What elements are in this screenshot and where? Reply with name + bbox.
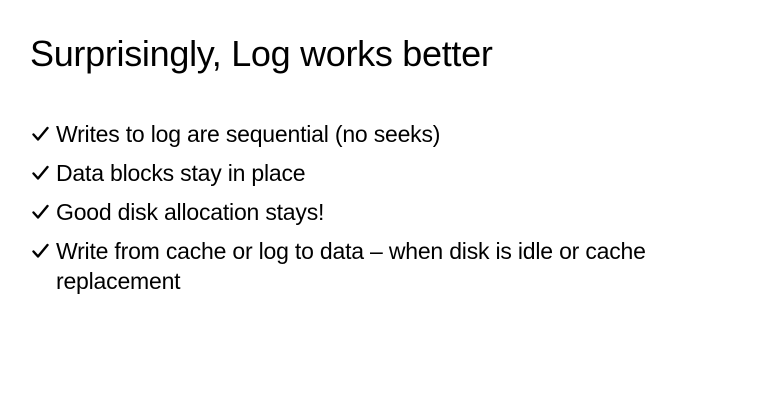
- bullet-item: Write from cache or log to data – when d…: [32, 236, 752, 296]
- bullet-text: Write from cache or log to data – when d…: [56, 238, 646, 294]
- bullet-item: Writes to log are sequential (no seeks): [32, 119, 752, 149]
- bullet-list: Writes to log are sequential (no seeks) …: [32, 119, 752, 305]
- bullet-text: Writes to log are sequential (no seeks): [56, 121, 441, 147]
- bullet-item: Data blocks stay in place: [32, 158, 752, 188]
- check-icon: [32, 119, 56, 149]
- bullet-text: Data blocks stay in place: [56, 160, 306, 186]
- slide: Surprisingly, Log works better Writes to…: [0, 0, 774, 409]
- check-icon: [32, 197, 56, 227]
- slide-title: Surprisingly, Log works better: [30, 33, 493, 74]
- check-icon: [32, 158, 56, 188]
- check-icon: [32, 236, 56, 266]
- bullet-text: Good disk allocation stays!: [56, 199, 325, 225]
- bullet-item: Good disk allocation stays!: [32, 197, 752, 227]
